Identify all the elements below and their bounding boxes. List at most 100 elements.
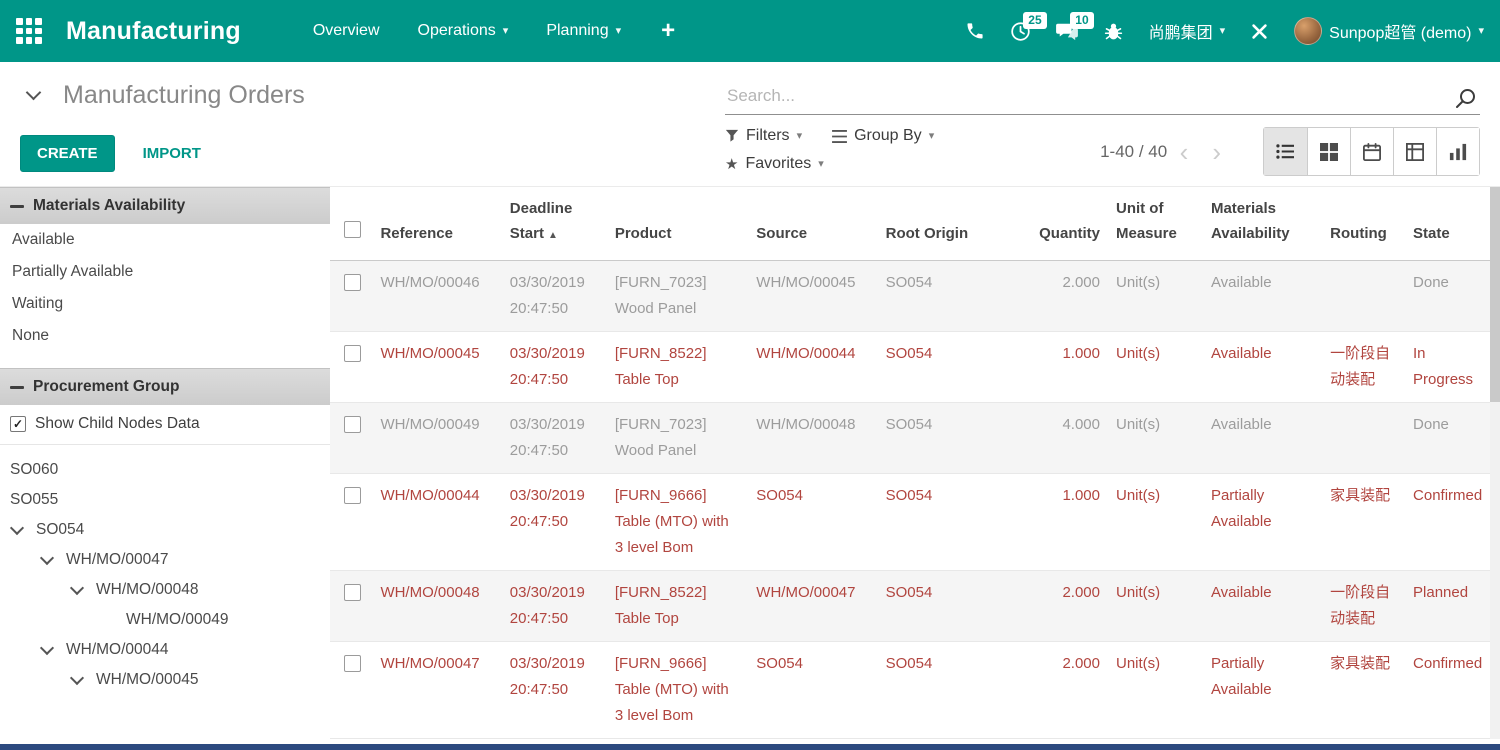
cell-deadline-start: 03/30/2019 20:47:50 bbox=[502, 260, 607, 331]
row-checkbox[interactable] bbox=[344, 345, 361, 362]
column-label: State bbox=[1413, 225, 1450, 242]
apps-menu-icon[interactable] bbox=[16, 18, 42, 44]
list-view-button[interactable] bbox=[1264, 128, 1307, 175]
search-icon[interactable] bbox=[1454, 86, 1478, 115]
procurement-section-header[interactable]: Procurement Group bbox=[0, 368, 330, 405]
show-child-nodes-checkbox[interactable]: ✓ bbox=[10, 416, 26, 432]
procurement-tree-item[interactable]: WH/MO/00045 bbox=[0, 665, 330, 695]
cell-state: Confirmed bbox=[1405, 473, 1490, 570]
import-button[interactable]: IMPORT bbox=[143, 145, 201, 162]
availability-filter-item[interactable]: Waiting bbox=[0, 288, 330, 320]
cell-product: [FURN_7023] Wood Panel bbox=[607, 402, 748, 473]
pager-next-icon[interactable]: › bbox=[1200, 139, 1233, 165]
column-header[interactable]: Routing bbox=[1322, 187, 1405, 260]
filters-menu[interactable]: Filters ▾ bbox=[725, 127, 802, 145]
company-menu[interactable]: 尚鹏集团 ▾ bbox=[1149, 19, 1226, 43]
availability-filter-item[interactable]: None bbox=[0, 320, 330, 352]
facets: Filters ▾ Group By ▾ ★ Favorites ▾ bbox=[725, 127, 934, 173]
row-checkbox[interactable] bbox=[344, 416, 361, 433]
row-checkbox[interactable] bbox=[344, 655, 361, 672]
chevron-down-icon[interactable] bbox=[70, 671, 84, 685]
phone-icon[interactable] bbox=[965, 21, 985, 41]
column-header[interactable]: Materials Availability bbox=[1203, 187, 1322, 260]
column-label: Materials Availability bbox=[1211, 200, 1290, 242]
bug-icon[interactable] bbox=[1103, 21, 1124, 42]
show-child-nodes-option[interactable]: ✓ Show Child Nodes Data bbox=[0, 405, 330, 445]
favorites-label: Favorites bbox=[745, 155, 811, 173]
cell-quantity: 2.000 bbox=[1009, 260, 1108, 331]
cell-state: Confirmed bbox=[1405, 641, 1490, 738]
row-checkbox[interactable] bbox=[344, 487, 361, 504]
chevron-down-icon[interactable] bbox=[10, 521, 24, 535]
chevron-down-icon[interactable] bbox=[40, 551, 54, 565]
table-row[interactable]: WH/MO/00048 03/30/2019 20:47:50 [FURN_85… bbox=[330, 570, 1490, 641]
table-row[interactable]: WH/MO/00045 03/30/2019 20:47:50 [FURN_85… bbox=[330, 331, 1490, 402]
group-by-label: Group By bbox=[854, 127, 922, 145]
select-all-checkbox[interactable] bbox=[344, 221, 361, 238]
create-button[interactable]: CREATE bbox=[20, 135, 115, 172]
search-bar bbox=[725, 80, 1480, 115]
column-header[interactable]: Product bbox=[607, 187, 748, 260]
navbar-menu-item[interactable]: Overview bbox=[313, 22, 380, 40]
column-header[interactable]: Reference bbox=[372, 187, 501, 260]
procurement-tree-item[interactable]: WH/MO/00047 bbox=[0, 545, 330, 575]
pager-previous-icon[interactable]: ‹ bbox=[1168, 139, 1201, 165]
procurement-tree-item[interactable]: WH/MO/00044 bbox=[0, 635, 330, 665]
add-menu-button[interactable]: + bbox=[661, 17, 675, 45]
tools-icon[interactable] bbox=[1250, 22, 1269, 41]
table-row[interactable]: WH/MO/00049 03/30/2019 20:47:50 [FURN_70… bbox=[330, 402, 1490, 473]
table-row[interactable]: WH/MO/00044 03/30/2019 20:47:50 [FURN_96… bbox=[330, 473, 1490, 570]
table-row[interactable]: WH/MO/00047 03/30/2019 20:47:50 [FURN_96… bbox=[330, 641, 1490, 738]
chevron-down-icon: ▾ bbox=[1478, 26, 1484, 37]
filter-label: Waiting bbox=[12, 295, 63, 312]
cell-materials-availability: Available bbox=[1203, 570, 1322, 641]
availability-filter-item[interactable]: Available bbox=[0, 224, 330, 256]
column-header[interactable]: Unit of Measure bbox=[1108, 187, 1203, 260]
procurement-tree-item[interactable]: SO060 bbox=[0, 455, 330, 485]
procurement-tree-item[interactable]: SO055 bbox=[0, 485, 330, 515]
cell-reference: WH/MO/00045 bbox=[372, 331, 501, 402]
user-menu[interactable]: Sunpop超管 (demo) ▾ bbox=[1294, 17, 1484, 45]
company-name: 尚鹏集团 bbox=[1149, 19, 1213, 43]
filter-label: None bbox=[12, 327, 49, 344]
graph-view-button[interactable] bbox=[1436, 128, 1479, 175]
messages-icon[interactable]: 10 bbox=[1056, 21, 1078, 41]
calendar-view-button[interactable] bbox=[1350, 128, 1393, 175]
column-header[interactable]: Source bbox=[748, 187, 877, 260]
table-row[interactable]: WH/MO/00046 03/30/2019 20:47:50 [FURN_70… bbox=[330, 260, 1490, 331]
bottom-edge-bar bbox=[0, 744, 1500, 750]
procurement-tree-item[interactable]: SO054 bbox=[0, 515, 330, 545]
group-by-menu[interactable]: Group By ▾ bbox=[832, 127, 934, 145]
cell-state: Done bbox=[1405, 402, 1490, 473]
favorites-menu[interactable]: ★ Favorites ▾ bbox=[725, 155, 824, 173]
column-header[interactable]: Quantity bbox=[1009, 187, 1108, 260]
pager-value[interactable]: 1-40 / 40 bbox=[1100, 139, 1168, 165]
availability-filter-item[interactable]: Partially Available bbox=[0, 256, 330, 288]
search-input[interactable] bbox=[725, 80, 1480, 115]
checkbox-label: Show Child Nodes Data bbox=[35, 415, 200, 433]
column-header[interactable]: Root Origin bbox=[878, 187, 1009, 260]
navbar-menu-item[interactable]: Planning ▾ bbox=[546, 22, 621, 40]
filter-icon bbox=[725, 129, 739, 143]
availability-section-header[interactable]: Materials Availability bbox=[0, 187, 330, 224]
row-checkbox[interactable] bbox=[344, 584, 361, 601]
kanban-view-button[interactable] bbox=[1307, 128, 1350, 175]
navbar-menu-item[interactable]: Operations ▾ bbox=[418, 22, 509, 40]
column-header[interactable]: Deadline Start▲ bbox=[502, 187, 607, 260]
row-checkbox-cell bbox=[330, 402, 372, 473]
scrollbar-thumb[interactable] bbox=[1490, 187, 1500, 402]
procurement-tree-item[interactable]: WH/MO/00049 bbox=[0, 605, 330, 635]
vertical-scrollbar[interactable] bbox=[1490, 187, 1500, 739]
navbar-menus: Overview Operations ▾ Planning ▾ bbox=[313, 22, 621, 40]
breadcrumb-toggle-icon[interactable] bbox=[26, 85, 42, 101]
cell-product: [FURN_7023] Wood Panel bbox=[607, 260, 748, 331]
row-checkbox[interactable] bbox=[344, 274, 361, 291]
cell-routing: 家具装配 bbox=[1322, 473, 1405, 570]
chevron-down-icon[interactable] bbox=[40, 641, 54, 655]
cell-root-origin: SO054 bbox=[878, 473, 1009, 570]
column-header[interactable]: State bbox=[1405, 187, 1490, 260]
pivot-view-button[interactable] bbox=[1393, 128, 1436, 175]
activities-icon[interactable]: 25 bbox=[1010, 21, 1031, 42]
procurement-tree-item[interactable]: WH/MO/00048 bbox=[0, 575, 330, 605]
chevron-down-icon[interactable] bbox=[70, 581, 84, 595]
